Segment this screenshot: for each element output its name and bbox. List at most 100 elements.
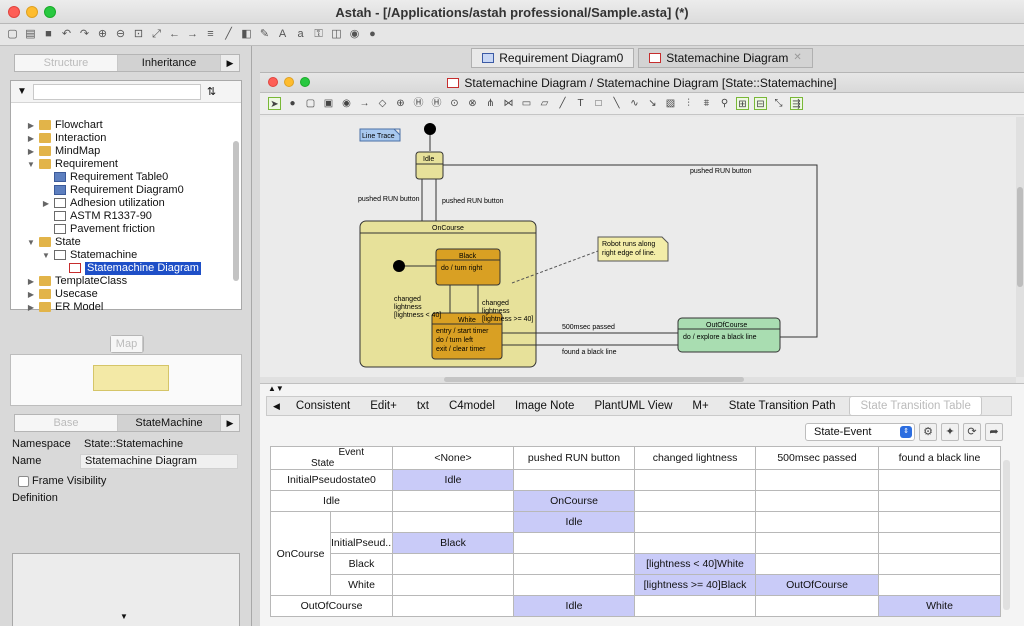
row-header-idle[interactable]: Idle <box>269 490 394 512</box>
zoom-out-icon[interactable]: ⊖ <box>114 28 127 41</box>
table-cell[interactable] <box>392 553 515 575</box>
map-thumbnail[interactable] <box>93 365 169 391</box>
submachine-tool-icon[interactable]: ▣ <box>322 97 335 110</box>
note[interactable]: Robot runs along right edge of line. <box>597 236 669 262</box>
back-icon[interactable]: ← <box>168 28 181 41</box>
collapse-arrow-icon[interactable]: ▼ <box>120 612 128 621</box>
collapsed-chevron-icon[interactable]: ▶ <box>27 275 35 288</box>
tabs-scroll-left-icon[interactable]: ◀ <box>267 397 286 415</box>
table-cell[interactable] <box>392 574 515 596</box>
column-header-found-a-black-line[interactable]: found a black line <box>878 446 1002 470</box>
font-color-icon[interactable]: A <box>276 28 289 41</box>
table-scrollbar[interactable] <box>1003 460 1010 610</box>
tree-item-statemachine-diagram[interactable]: Statemachine Diagram <box>11 262 229 275</box>
table-cell[interactable] <box>634 595 757 617</box>
tab-statemachine[interactable]: StateMachine <box>118 415 221 431</box>
layer-icon[interactable]: ◫ <box>330 28 343 41</box>
table-cell[interactable] <box>878 490 1002 512</box>
table-cell[interactable] <box>755 511 880 533</box>
font-icon[interactable]: a <box>294 28 307 41</box>
tab-plantuml-view[interactable]: PlantUML View <box>584 397 682 415</box>
tree-item-statemachine[interactable]: ▼ Statemachine <box>11 249 229 262</box>
expanded-chevron-icon[interactable]: ▼ <box>27 236 35 249</box>
row-subheader-oncourse-self[interactable] <box>329 511 394 533</box>
table-cell[interactable] <box>634 469 757 491</box>
tree-item-pavement-friction[interactable]: Pavement friction <box>11 223 229 236</box>
fill-color-icon[interactable]: ◧ <box>240 28 253 41</box>
frame-visibility-checkbox[interactable] <box>18 476 29 487</box>
table-cell[interactable]: [lightness >= 40]Black <box>634 574 757 596</box>
tree-filter-input[interactable] <box>32 83 201 100</box>
table-cell[interactable] <box>392 595 515 617</box>
column-header-pushed-run-button[interactable]: pushed RUN button <box>513 446 636 470</box>
tab-map[interactable]: Map <box>111 336 143 352</box>
table-cell[interactable] <box>513 574 636 596</box>
table-cell[interactable] <box>392 511 515 533</box>
tab-state-transition-table[interactable]: State Transition Table <box>849 396 982 416</box>
link-tool-icon[interactable]: ↘ <box>646 97 659 110</box>
frame-icon[interactable]: ⊟ <box>754 97 767 110</box>
tab-statemachine-diagram[interactable]: Statemachine Diagram ✕ <box>638 48 813 68</box>
tree-item-interaction[interactable]: ▶ Interaction <box>11 132 229 145</box>
collapsed-chevron-icon[interactable]: ▶ <box>27 119 35 132</box>
row-header-oncourse[interactable]: OnCourse <box>270 511 331 596</box>
export-icon[interactable]: ➦ <box>985 423 1003 441</box>
table-cell[interactable] <box>878 574 1002 596</box>
inner-initial-pseudostate[interactable] <box>393 260 405 272</box>
tree-scrollbar[interactable] <box>233 141 239 281</box>
collapsed-chevron-icon[interactable]: ▶ <box>42 197 50 210</box>
table-mode-select[interactable]: State-Event ⇕ <box>805 423 915 441</box>
row-header-outofcourse[interactable]: OutOfCourse <box>269 595 394 617</box>
statemachine-diagram[interactable]: Line Trace Idle pushed RUN button pushed… <box>260 117 1016 377</box>
table-cell[interactable]: Idle <box>513 511 636 533</box>
align-horizontal-icon[interactable]: ⩨ <box>700 97 713 110</box>
pin-icon[interactable]: ⚲ <box>718 97 731 110</box>
image-tool-icon[interactable]: ▧ <box>664 97 677 110</box>
table-cell[interactable] <box>392 490 515 512</box>
initial-state-tool-icon[interactable]: ● <box>286 97 299 110</box>
zoom-fit-icon[interactable]: ⊡ <box>132 28 145 41</box>
zoom-in-icon[interactable]: ⊕ <box>96 28 109 41</box>
tab-requirement-diagram[interactable]: Requirement Diagram0 <box>471 48 635 68</box>
open-folder-icon[interactable]: ▤ <box>24 28 37 41</box>
tab-txt[interactable]: txt <box>407 397 439 415</box>
table-cell[interactable] <box>878 469 1002 491</box>
name-field[interactable]: Statemachine Diagram <box>80 454 238 469</box>
tree-item-flowchart[interactable]: ▶ Flowchart <box>11 119 229 132</box>
table-cell[interactable] <box>755 532 880 554</box>
table-cell[interactable]: [lightness < 40]White <box>634 553 757 575</box>
tab-image-note[interactable]: Image Note <box>505 397 584 415</box>
table-cell[interactable] <box>634 532 757 554</box>
table-cell[interactable] <box>878 532 1002 554</box>
diagram-canvas[interactable]: Line Trace Idle pushed RUN button pushed… <box>260 117 1016 377</box>
tab-structure[interactable]: Structure <box>15 55 118 71</box>
tree-item-templateclass[interactable]: ▶ TemplateClass <box>11 275 229 288</box>
initial-pseudostate[interactable] <box>424 123 436 135</box>
expanded-chevron-icon[interactable]: ▼ <box>27 158 35 171</box>
tree-item-adhesion-utilization[interactable]: ▶ Adhesion utilization <box>11 197 229 210</box>
black-state[interactable]: Black do / turn right <box>435 248 501 286</box>
note-tool-icon[interactable]: ▱ <box>538 97 551 110</box>
entry-point-tool-icon[interactable]: ⊙ <box>448 97 461 110</box>
tree-item-mindmap[interactable]: ▶ MindMap <box>11 145 229 158</box>
tab-state-transition-path[interactable]: State Transition Path <box>719 397 846 415</box>
state-tool-icon[interactable]: ▢ <box>304 97 317 110</box>
table-cell[interactable] <box>878 553 1002 575</box>
collapsed-chevron-icon[interactable]: ▶ <box>27 288 35 301</box>
collapsed-chevron-icon[interactable]: ▶ <box>27 301 35 314</box>
transition-tool-icon[interactable]: → <box>358 97 371 110</box>
curve-tool-icon[interactable]: ∿ <box>628 97 641 110</box>
refresh-icon[interactable]: ⟳ <box>963 423 981 441</box>
expanded-chevron-icon[interactable]: ▼ <box>42 249 50 262</box>
tree-item-er-model[interactable]: ▶ ER Model <box>11 301 229 314</box>
join-tool-icon[interactable]: ⋈ <box>502 97 515 110</box>
table-cell[interactable]: OnCourse <box>513 490 636 512</box>
tab-consistent[interactable]: Consistent <box>286 397 360 415</box>
save-icon[interactable]: ■ <box>42 28 55 41</box>
line-style-menu-icon[interactable]: ⤡ <box>772 97 785 110</box>
final-state-tool-icon[interactable]: ◉ <box>340 97 353 110</box>
fork-tool-icon[interactable]: ⋔ <box>484 97 497 110</box>
tab-m-plus[interactable]: M+ <box>682 397 718 415</box>
line-color-icon[interactable]: ✎ <box>258 28 271 41</box>
outofcourse-state[interactable]: OutOfCourse do / explore a black line <box>677 317 781 353</box>
